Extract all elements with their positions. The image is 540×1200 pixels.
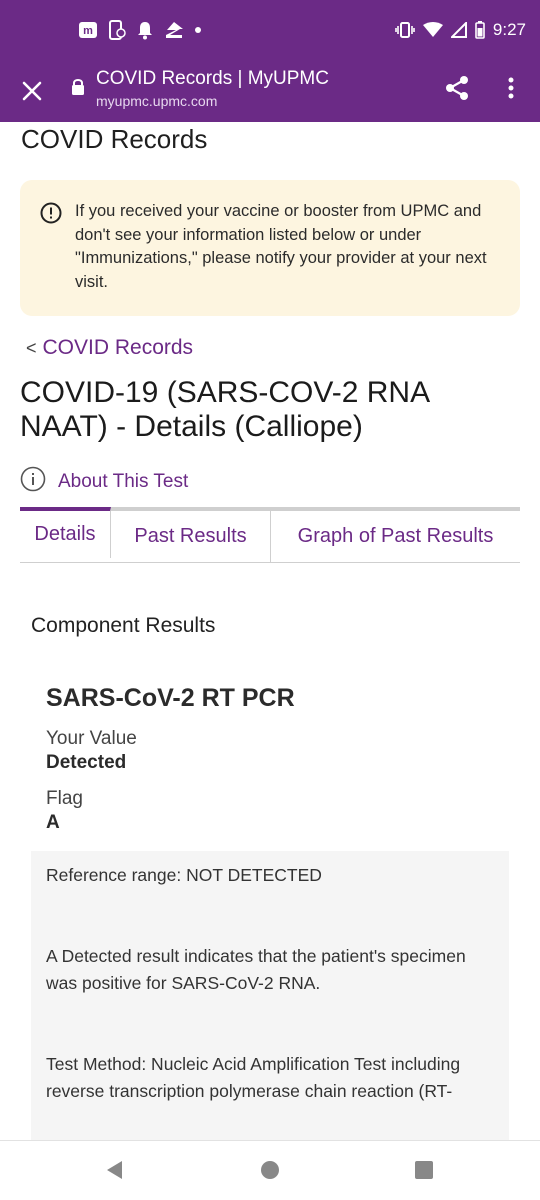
close-icon[interactable] bbox=[18, 77, 46, 105]
battery-icon bbox=[475, 21, 485, 39]
back-link-label: COVID Records bbox=[42, 336, 194, 359]
chevron-left-icon: < bbox=[26, 337, 37, 358]
status-bar: m 9:27 bbox=[0, 0, 540, 60]
more-options-icon[interactable] bbox=[504, 74, 518, 107]
reference-range-text: Reference range: NOT DETECTED bbox=[46, 865, 322, 885]
about-this-test-label: About This Test bbox=[58, 470, 189, 492]
tab-graph-of-past-results[interactable]: Graph of Past Results bbox=[271, 511, 520, 562]
tab-past-results[interactable]: Past Results bbox=[111, 511, 271, 562]
clock: 9:27 bbox=[492, 20, 526, 39]
info-icon bbox=[20, 466, 46, 497]
about-this-test-link[interactable]: About This Test bbox=[20, 466, 188, 497]
phone-sync-icon bbox=[108, 20, 126, 40]
notice-text: If you received your vaccine or booster … bbox=[75, 202, 487, 291]
tab-details[interactable]: Details bbox=[20, 507, 111, 558]
home-circle-icon[interactable] bbox=[260, 1160, 280, 1185]
dot-icon bbox=[194, 26, 202, 34]
reference-range-box: Reference range: NOT DETECTED A Detected… bbox=[31, 851, 509, 1140]
flag-label: Flag bbox=[46, 788, 83, 809]
myupmc-app-icon: m bbox=[78, 21, 98, 39]
zillow-icon bbox=[164, 21, 184, 39]
system-nav-bar bbox=[0, 1140, 540, 1200]
back-link[interactable]: < COVID Records bbox=[26, 336, 193, 360]
browser-url[interactable]: myupmc.upmc.com bbox=[96, 93, 217, 109]
page-content: COVID Records If you received your vacci… bbox=[0, 122, 540, 1140]
component-results-heading: Component Results bbox=[31, 614, 216, 637]
wifi-icon bbox=[422, 22, 443, 38]
info-alert-icon bbox=[40, 202, 62, 229]
flag-value: A bbox=[46, 812, 60, 833]
vibrate-icon bbox=[395, 21, 415, 39]
result-explanation: A Detected result indicates that the pat… bbox=[46, 946, 466, 993]
svg-text:m: m bbox=[83, 25, 93, 37]
bell-icon bbox=[136, 20, 154, 40]
your-value-label: Your Value bbox=[46, 728, 137, 749]
share-icon[interactable] bbox=[443, 74, 471, 107]
browser-toolbar: COVID Records | MyUPMC myupmc.upmc.com bbox=[0, 60, 540, 122]
test-title: COVID-19 (SARS-COV-2 RNA NAAT) - Details… bbox=[20, 376, 429, 443]
back-triangle-icon[interactable] bbox=[105, 1160, 125, 1185]
component-name: SARS-CoV-2 RT PCR bbox=[46, 684, 295, 712]
your-value: Detected bbox=[46, 752, 127, 773]
test-method-text: Test Method: Nucleic Acid Amplification … bbox=[46, 1054, 461, 1101]
page-title: COVID Records bbox=[21, 124, 208, 154]
recents-square-icon[interactable] bbox=[414, 1160, 434, 1185]
tab-bar: Details Past Results Graph of Past Resul… bbox=[20, 507, 520, 563]
lock-icon bbox=[70, 77, 86, 102]
browser-title: COVID Records | MyUPMC bbox=[96, 68, 329, 89]
info-notice: If you received your vaccine or booster … bbox=[20, 180, 520, 316]
signal-icon bbox=[450, 22, 467, 38]
